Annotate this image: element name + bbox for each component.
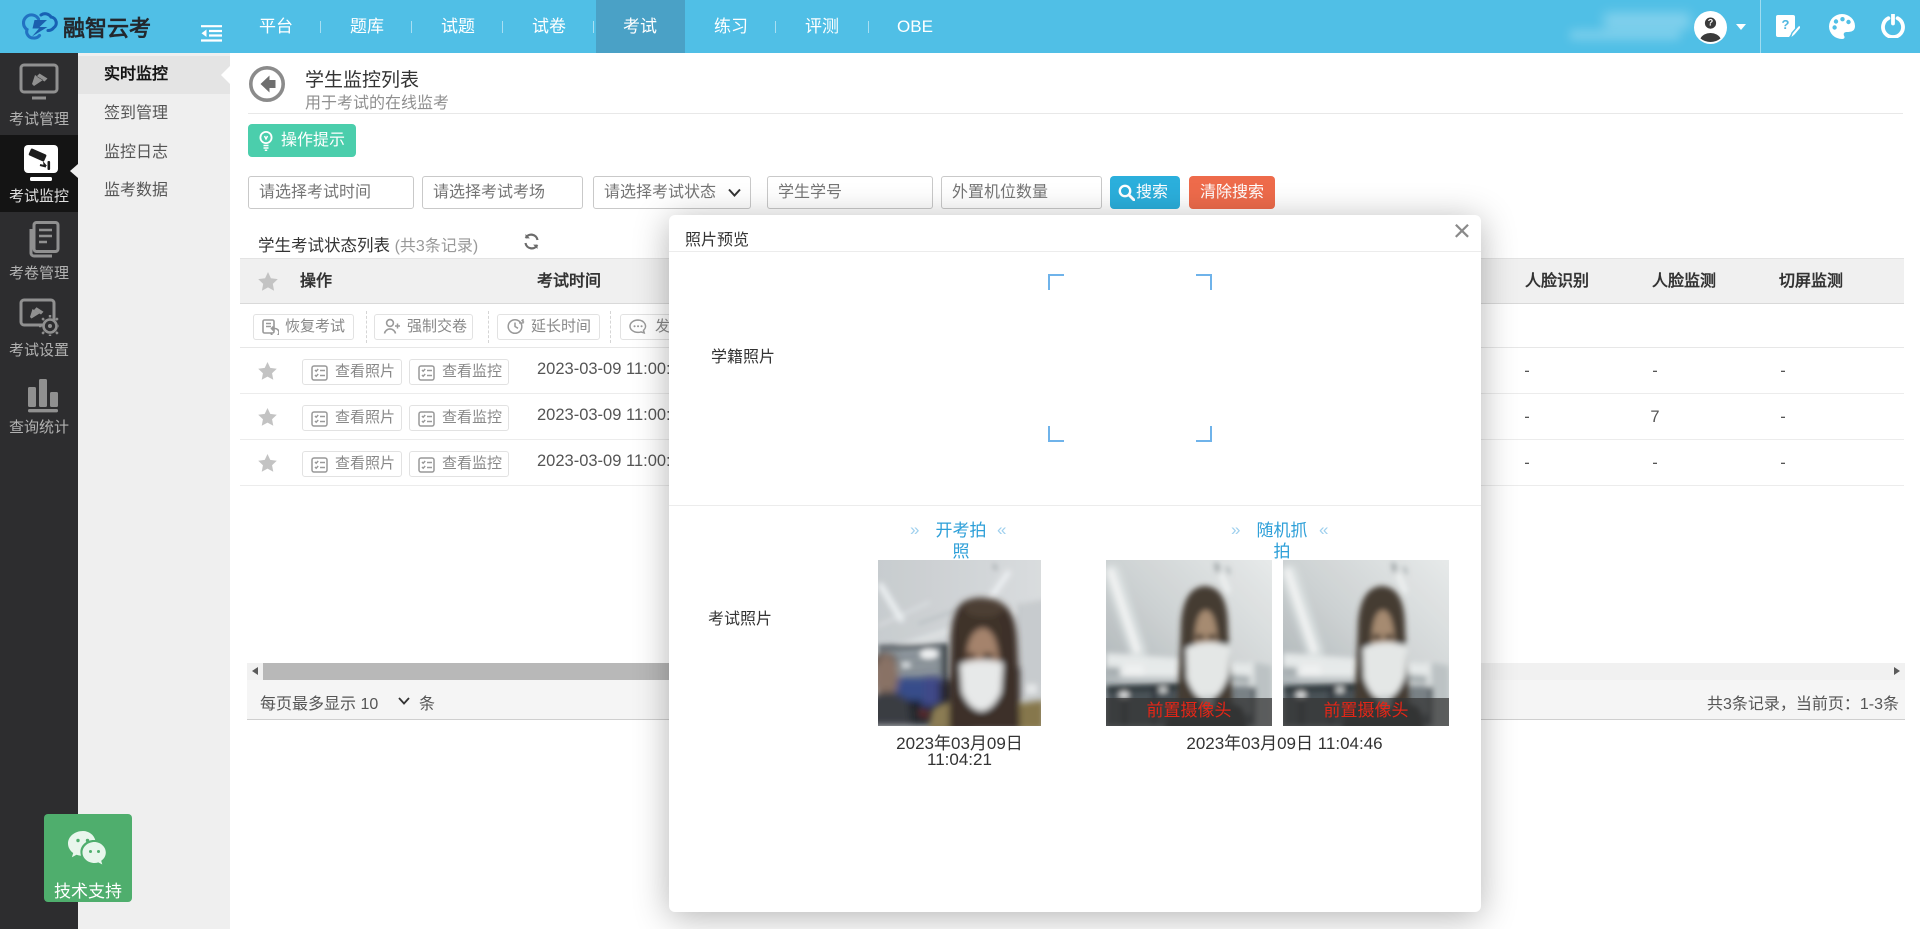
svg-text:?: ?	[1708, 18, 1714, 28]
svg-text:?: ?	[1782, 17, 1790, 32]
